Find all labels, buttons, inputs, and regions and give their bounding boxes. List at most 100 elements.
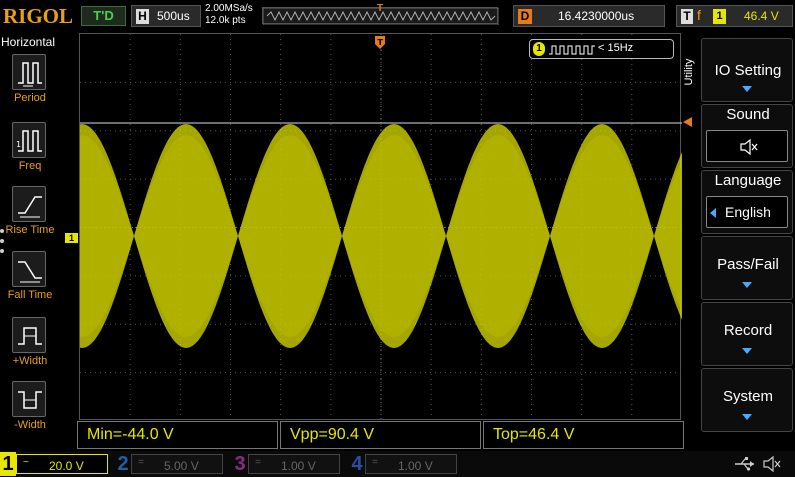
- channel-3-box: = 1.00 V: [248, 454, 340, 474]
- channel-4-number: 4: [351, 453, 363, 475]
- fall-time-icon: [12, 251, 46, 287]
- channel-2-scale: 5.00 V: [164, 459, 199, 473]
- language-button[interactable]: Language English: [701, 170, 793, 234]
- freq-label: Freq: [18, 160, 42, 172]
- timebase-value: 500us: [157, 9, 190, 23]
- delay-indicator[interactable]: D 16.4230000us: [513, 5, 665, 27]
- delay-letter: D: [518, 9, 532, 24]
- period-icon: [12, 54, 46, 90]
- measure-fall-time-button[interactable]: Fall Time: [0, 251, 60, 313]
- memory-trigger-marker: T: [377, 3, 384, 14]
- chevron-down-icon: [742, 86, 752, 92]
- counter-value: < 15Hz: [598, 42, 634, 54]
- channel-4-box: = 1.00 V: [365, 454, 457, 474]
- rise-time-icon: [12, 186, 46, 222]
- horizontal-trigger-position-marker: T: [375, 36, 385, 51]
- channel-4-indicator[interactable]: 4 = 1.00 V: [349, 452, 459, 476]
- language-select[interactable]: English: [706, 196, 788, 228]
- trigger-indicator[interactable]: T f 1 46.4 V: [676, 5, 793, 27]
- channel-2-indicator[interactable]: 2 = 5.00 V: [115, 452, 225, 476]
- waveform-graticule: [80, 34, 682, 421]
- system-status-icons: [700, 454, 792, 474]
- chevron-down-icon: [742, 348, 752, 354]
- channel-3-scale: 1.00 V: [281, 459, 316, 473]
- waveform-display[interactable]: [79, 33, 682, 421]
- channel-1-box: ~ 20.0 V: [16, 454, 108, 474]
- frequency-counter: 1 < 15Hz: [529, 39, 674, 59]
- measurement-vpp: Vpp=90.4 V: [280, 421, 481, 449]
- usb-icon: [735, 457, 754, 471]
- horizontal-measure-menu: Horizontal Period 1 Freq Rise Time Fall …: [0, 33, 62, 448]
- channel-3-indicator[interactable]: 3 = 1.00 V: [232, 452, 342, 476]
- channel-4-scale: 1.00 V: [398, 459, 433, 473]
- rise-time-label: Rise Time: [5, 224, 55, 236]
- fall-time-label: Fall Time: [7, 289, 53, 301]
- io-setting-label: IO Setting: [714, 62, 782, 79]
- language-value: English: [725, 204, 771, 220]
- measurement-top: Top=46.4 V: [483, 421, 684, 449]
- trigger-level-value: 46.4 V: [744, 9, 779, 23]
- channel-1-indicator[interactable]: 1 ~ 20.0 V: [0, 452, 110, 476]
- pass-fail-label: Pass/Fail: [717, 256, 779, 273]
- dc-coupling-icon: =: [372, 457, 378, 468]
- menu-title: Horizontal: [1, 35, 56, 49]
- svg-text:1: 1: [16, 140, 21, 149]
- measure-period-button[interactable]: Period: [0, 54, 60, 116]
- brand-logo: RIGOL: [3, 4, 74, 28]
- channel-2-box: = 5.00 V: [131, 454, 223, 474]
- ch1-offset-marker[interactable]: 1: [65, 233, 78, 243]
- language-label: Language: [714, 172, 782, 189]
- speaker-mute-icon: [740, 138, 758, 156]
- speaker-mute-icon: [763, 455, 781, 473]
- top-status-bar: RIGOL T'D H 500us 2.00MSa/s 12.0k pts T …: [0, 0, 795, 31]
- channel-1-scale: 20.0 V: [49, 459, 84, 473]
- ch1-waveform-core: [80, 135, 682, 337]
- sample-rate: 2.00MSa/s: [205, 3, 253, 14]
- horizontal-letter: H: [136, 9, 149, 24]
- channel-1-number: 1: [0, 452, 16, 476]
- record-label: Record: [723, 322, 773, 339]
- channel-3-number: 3: [234, 453, 246, 475]
- freq-icon: 1: [12, 122, 46, 158]
- utility-menu-tab: Utility: [683, 58, 695, 86]
- dc-coupling-icon: =: [255, 457, 261, 468]
- run-state-badge[interactable]: T'D: [81, 6, 126, 26]
- rising-edge-icon: f: [697, 7, 701, 23]
- acquisition-info: 2.00MSa/s 12.0k pts: [205, 3, 253, 27]
- square-wave-icon: [549, 45, 595, 55]
- measure-positive-width-button[interactable]: +Width: [0, 317, 60, 379]
- period-label: Period: [14, 92, 46, 104]
- counter-channel-badge: 1: [533, 42, 545, 56]
- record-button[interactable]: Record: [701, 302, 793, 366]
- memory-depth: 12.0k pts: [205, 15, 246, 26]
- channel-2-number: 2: [117, 453, 129, 475]
- measure-negative-width-button[interactable]: -Width: [0, 381, 60, 443]
- measure-rise-time-button[interactable]: Rise Time: [0, 186, 60, 248]
- chevron-down-icon: [742, 414, 752, 420]
- chevron-down-icon: [742, 282, 752, 288]
- positive-width-icon: [12, 317, 46, 353]
- measure-freq-button[interactable]: 1 Freq: [0, 122, 60, 184]
- trigger-level-marker[interactable]: [683, 117, 692, 127]
- channel-status-bar: 1 ~ 20.0 V 2 = 5.00 V 3 = 1.00 V 4 = 1.0…: [0, 451, 795, 477]
- trigger-letter: T: [681, 9, 693, 24]
- system-label: System: [722, 388, 773, 405]
- positive-width-label: +Width: [12, 355, 48, 367]
- memory-position-bar[interactable]: T: [262, 3, 500, 26]
- io-setting-button[interactable]: IO Setting: [701, 38, 793, 102]
- sound-label: Sound: [726, 106, 770, 123]
- ac-coupling-icon: ~: [23, 457, 29, 468]
- system-button[interactable]: System: [701, 368, 793, 432]
- sound-toggle[interactable]: [706, 130, 788, 162]
- measurement-min: Min=-44.0 V: [77, 421, 278, 449]
- dc-coupling-icon: =: [138, 457, 144, 468]
- timebase-indicator[interactable]: H 500us: [131, 5, 201, 27]
- sound-button[interactable]: Sound: [701, 104, 793, 168]
- delay-value: 16.4230000us: [558, 9, 635, 23]
- negative-width-icon: [12, 381, 46, 417]
- negative-width-label: -Width: [14, 419, 46, 431]
- pass-fail-button[interactable]: Pass/Fail: [701, 236, 793, 300]
- svg-text:T: T: [378, 38, 384, 47]
- menu-page-dots: [0, 229, 4, 259]
- trigger-source-badge: 1: [713, 9, 726, 24]
